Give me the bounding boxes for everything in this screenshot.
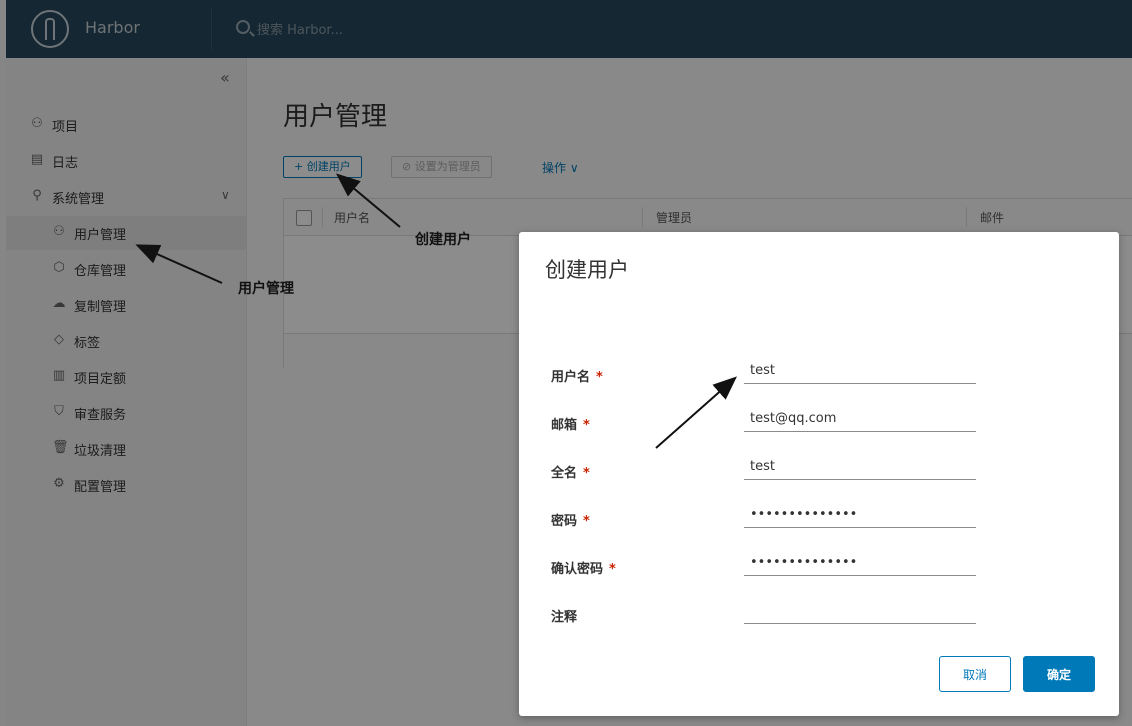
confirm-password-label: 确认密码 * — [551, 562, 616, 577]
comment-field[interactable] — [744, 598, 976, 624]
password-field[interactable] — [744, 502, 976, 528]
annotation-user-management: 用户管理 — [238, 281, 294, 297]
email-label: 邮箱 * — [551, 418, 590, 433]
fullname-field[interactable] — [744, 454, 976, 480]
annotation-create-user: 创建用户 — [415, 232, 471, 248]
form-row-email: 邮箱 * — [551, 406, 1091, 454]
fullname-label: 全名 * — [551, 466, 590, 481]
cancel-button[interactable]: 取消 — [939, 656, 1011, 692]
form-row-confirm-password: 确认密码 * — [551, 550, 1091, 598]
form-row-fullname: 全名 * — [551, 454, 1091, 502]
confirm-password-field[interactable] — [744, 550, 976, 576]
form-row-comment: 注释 — [551, 598, 1091, 646]
email-field[interactable] — [744, 406, 976, 432]
username-field[interactable] — [744, 358, 976, 384]
form-row-password: 密码 * — [551, 502, 1091, 550]
password-label: 密码 * — [551, 514, 590, 529]
form-row-username: 用户名 * — [551, 358, 1091, 406]
create-user-dialog: 创建用户 用户名* 邮箱* 全名* 密码* 确认密码* 注释 取消 确定 — [519, 232, 1119, 716]
ok-button[interactable]: 确定 — [1023, 656, 1095, 692]
dialog-title: 创建用户 — [545, 258, 629, 282]
comment-label: 注释 — [551, 610, 578, 625]
username-label: 用户名 * — [551, 370, 603, 385]
